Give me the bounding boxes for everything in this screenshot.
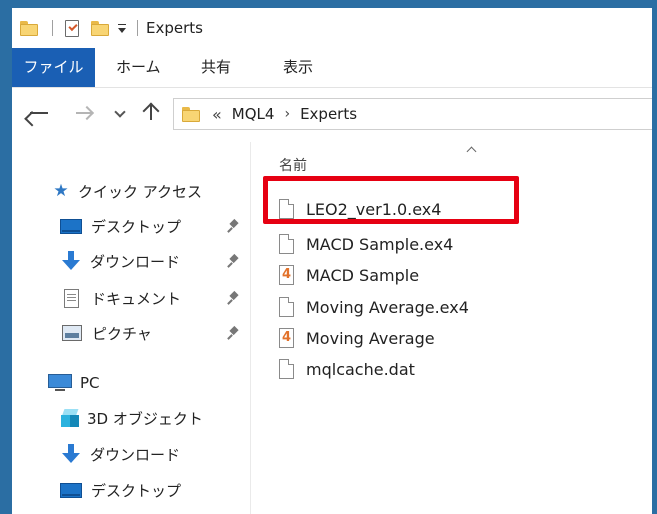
desktop-edge	[0, 0, 12, 514]
tab-view[interactable]: 表示	[283, 48, 313, 87]
file-name: MACD Sample.ex4	[306, 234, 454, 254]
download-icon	[62, 444, 80, 464]
file-row[interactable]: Moving Average.ex4	[279, 293, 469, 321]
file-name: Moving Average	[306, 328, 435, 348]
navigation-bar: « MQL4 › Experts	[12, 88, 652, 142]
file-icon	[279, 234, 294, 254]
up-arrow-icon[interactable]	[141, 100, 161, 124]
tab-share[interactable]: 共有	[201, 48, 231, 87]
breadcrumb-experts[interactable]: Experts	[300, 105, 357, 123]
desktop-icon	[60, 482, 82, 498]
folder-icon	[182, 107, 200, 122]
address-bar[interactable]: « MQL4 › Experts	[173, 98, 652, 130]
explorer-window: Experts ファイル ホーム 共有 表示 « MQL4 › Experts …	[12, 8, 652, 514]
file-row[interactable]: 4 Moving Average	[279, 324, 435, 352]
sidebar-item-3d-objects[interactable]: 3D オブジェクト	[12, 403, 250, 433]
highlight-box	[263, 176, 519, 224]
download-icon	[62, 251, 80, 271]
sidebar-item-label: デスクトップ	[91, 481, 182, 500]
back-arrow-icon[interactable]	[30, 102, 52, 124]
document-icon	[64, 288, 79, 308]
sidebar-item-label: ピクチャ	[92, 324, 152, 343]
sidebar-item-pictures[interactable]: ピクチャ	[12, 318, 250, 348]
sidebar-item-pc[interactable]: PC	[12, 368, 250, 398]
title-bar: Experts	[12, 8, 652, 48]
sidebar-item-label: デスクトップ	[91, 217, 182, 236]
file-name: Moving Average.ex4	[306, 297, 469, 317]
pc-icon	[48, 374, 72, 392]
tab-file[interactable]: ファイル	[12, 48, 95, 87]
sidebar-item-downloads[interactable]: ダウンロード	[12, 246, 250, 276]
3d-objects-icon	[61, 408, 79, 428]
pin-icon[interactable]	[228, 292, 240, 304]
recent-locations-chevron-icon[interactable]	[113, 102, 127, 124]
mql4-source-icon: 4	[279, 265, 294, 285]
sidebar-item-documents[interactable]: ドキュメント	[12, 283, 250, 313]
sidebar-item-desktop[interactable]: デスクトップ	[12, 211, 250, 241]
pin-icon[interactable]	[228, 220, 240, 232]
toolbar-divider	[137, 20, 138, 36]
file-row[interactable]: MACD Sample.ex4	[279, 230, 453, 258]
sidebar-item-label: PC	[80, 374, 100, 392]
star-icon: ★	[53, 181, 69, 201]
file-icon	[279, 359, 294, 379]
customize-quick-access-icon[interactable]	[117, 22, 127, 34]
sidebar-item-label: ダウンロード	[90, 252, 181, 271]
sort-ascending-icon[interactable]	[467, 146, 477, 154]
file-name: mqlcache.dat	[306, 359, 415, 379]
breadcrumb-separator-icon[interactable]: ›	[284, 106, 290, 122]
breadcrumb-overflow[interactable]: «	[212, 105, 222, 124]
folder-icon	[20, 20, 38, 36]
ribbon-tabs: ファイル ホーム 共有 表示	[12, 48, 652, 88]
properties-icon[interactable]	[65, 19, 79, 37]
file-row[interactable]: mqlcache.dat	[279, 355, 415, 383]
sidebar-item-quick-access[interactable]: ★ クイック アクセス	[12, 176, 250, 206]
sidebar-item-label: ダウンロード	[90, 445, 181, 464]
mql4-source-icon: 4	[279, 328, 294, 348]
sidebar-item-label: 3D オブジェクト	[87, 409, 203, 428]
sidebar-item-label: ドキュメント	[91, 289, 182, 308]
tab-home[interactable]: ホーム	[116, 48, 161, 87]
sidebar-item-desktop-pc[interactable]: デスクトップ	[12, 475, 250, 505]
file-row[interactable]: 4 MACD Sample	[279, 261, 419, 289]
new-folder-icon[interactable]	[91, 20, 109, 36]
desktop-icon	[60, 218, 82, 234]
window-title: Experts	[146, 19, 203, 37]
column-header-name[interactable]: 名前	[279, 155, 307, 175]
file-name: MACD Sample	[306, 265, 420, 285]
pictures-icon	[62, 325, 82, 341]
sidebar-item-downloads-pc[interactable]: ダウンロード	[12, 439, 250, 469]
sidebar-item-label: クイック アクセス	[78, 182, 203, 201]
pin-icon[interactable]	[228, 255, 240, 267]
toolbar-divider	[52, 20, 53, 36]
navigation-pane: ★ クイック アクセス デスクトップ ダウンロード ドキュメント ピクチャ PC	[12, 142, 250, 514]
file-icon	[279, 297, 294, 317]
breadcrumb-mql4[interactable]: MQL4	[232, 105, 275, 123]
forward-arrow-icon[interactable]	[76, 102, 98, 124]
pin-icon[interactable]	[228, 327, 240, 339]
